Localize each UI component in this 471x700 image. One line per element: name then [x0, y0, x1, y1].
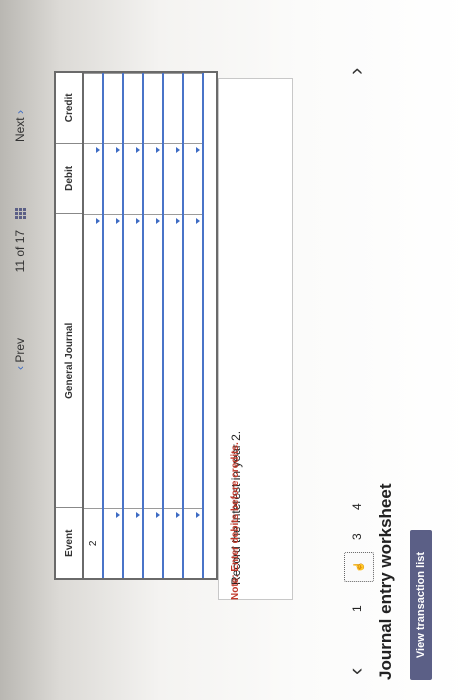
page-indicator[interactable]: 11 of 17 [13, 207, 27, 273]
table-row [164, 72, 184, 578]
table-row: 2 [84, 72, 104, 578]
next-button[interactable]: Next › [13, 110, 27, 142]
column-header-debit: Debit [56, 143, 82, 215]
table-row [184, 72, 204, 578]
column-header-event: Event [63, 529, 75, 557]
account-select[interactable] [184, 213, 202, 508]
prev-label: Prev [13, 337, 27, 363]
hand-pointer-icon: ☝ [353, 560, 365, 574]
note-text: Note: Enter debits before credits. [230, 442, 241, 600]
screen: View transaction list Journal entry work… [0, 0, 471, 700]
step-1[interactable]: 1 [350, 605, 364, 612]
step-2[interactable]: ☝ [344, 552, 374, 582]
table-row [124, 72, 144, 578]
chevron-left-icon: ‹ [13, 366, 27, 370]
table-header: Event General Journal Debit Credit [56, 73, 84, 578]
grid-icon [15, 207, 27, 219]
debit-input[interactable] [164, 143, 182, 214]
credit-input[interactable] [104, 72, 122, 144]
column-header-credit: Credit [56, 73, 82, 144]
page-indicator-text: 11 of 17 [13, 229, 27, 273]
page-title: Journal entry worksheet [376, 483, 395, 680]
event-cell[interactable] [184, 507, 202, 578]
chevron-right-icon[interactable]: › [343, 68, 369, 75]
debit-input[interactable] [104, 143, 122, 214]
account-select[interactable] [144, 213, 162, 508]
account-select[interactable] [104, 213, 122, 508]
table-row [104, 72, 124, 578]
event-cell[interactable] [104, 507, 122, 578]
credit-input[interactable] [164, 72, 182, 144]
event-cell[interactable]: 2 [84, 507, 102, 578]
prev-button[interactable]: ‹ Prev [13, 338, 27, 370]
account-select[interactable] [124, 213, 142, 508]
debit-input[interactable] [184, 143, 202, 214]
step-4[interactable]: 4 [350, 503, 364, 510]
chevron-right-icon: › [13, 110, 27, 115]
credit-input[interactable] [84, 72, 102, 144]
table-row [144, 72, 164, 578]
debit-input[interactable] [124, 143, 142, 214]
event-cell[interactable] [144, 507, 162, 578]
credit-input[interactable] [124, 72, 142, 144]
rotated-content: View transaction list Journal entry work… [0, 0, 471, 700]
next-label: Next [13, 117, 27, 143]
view-transaction-list-button[interactable]: View transaction list [410, 530, 432, 680]
footer-nav: ‹ Prev 11 of 17 Next › [5, 110, 35, 370]
step-3[interactable]: 3 [350, 533, 364, 540]
debit-input[interactable] [144, 143, 162, 214]
event-cell[interactable] [164, 507, 182, 578]
column-header-general-journal: General Journal [56, 214, 82, 509]
event-cell[interactable] [124, 507, 142, 578]
credit-input[interactable] [184, 72, 202, 144]
debit-input[interactable] [84, 143, 102, 214]
stepper: ‹ 1 ☝ 3 4 › [338, 35, 378, 685]
account-select[interactable] [84, 213, 102, 508]
credit-input[interactable] [144, 72, 162, 144]
chevron-left-icon[interactable]: ‹ [343, 668, 369, 675]
journal-table: Event General Journal Debit Credit 2 [54, 71, 218, 580]
account-select[interactable] [164, 213, 182, 508]
